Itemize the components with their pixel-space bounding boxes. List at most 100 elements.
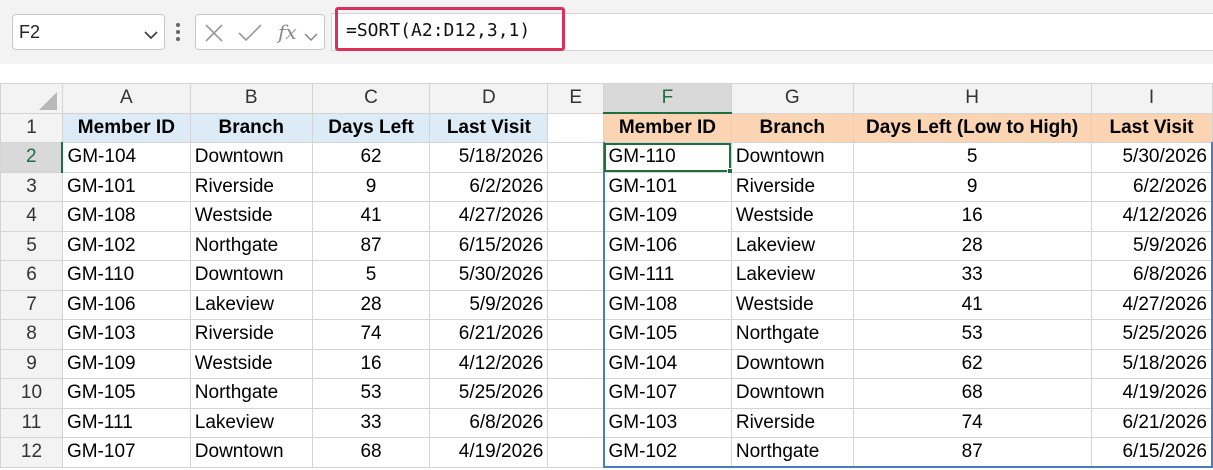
sorted-cell[interactable]: GM-105: [602, 319, 732, 350]
source-cell[interactable]: 9: [311, 171, 431, 202]
formula-text[interactable]: =SORT(A2:D12,3,1): [346, 20, 530, 41]
sorted-cell[interactable]: GM-102: [602, 437, 732, 468]
fill-handle[interactable]: [727, 168, 734, 174]
source-cell[interactable]: Downtown: [189, 142, 313, 173]
sorted-cell[interactable]: Downtown: [730, 378, 854, 409]
source-cell[interactable]: Northgate: [189, 230, 313, 261]
sorted-cell[interactable]: 6/15/2026: [1090, 437, 1213, 468]
source-cell[interactable]: Westside: [189, 348, 313, 379]
sorted-cell[interactable]: 9: [852, 171, 1092, 202]
column-header-f[interactable]: F: [603, 83, 732, 114]
source-cell[interactable]: Northgate: [189, 378, 313, 409]
source-cell[interactable]: 68: [311, 437, 431, 468]
column-header-b[interactable]: B: [189, 83, 313, 114]
source-header-cell[interactable]: Last Visit: [429, 112, 549, 143]
sorted-cell[interactable]: 41: [852, 289, 1092, 320]
source-cell[interactable]: 5/9/2026: [429, 289, 549, 320]
empty-cell[interactable]: [547, 407, 605, 438]
sorted-cell[interactable]: 87: [852, 437, 1092, 468]
row-header-8[interactable]: 8: [0, 319, 63, 350]
select-all-corner[interactable]: [0, 83, 63, 114]
source-cell[interactable]: 53: [311, 378, 431, 409]
source-cell[interactable]: GM-105: [61, 378, 191, 409]
source-cell[interactable]: Lakeview: [189, 289, 313, 320]
sorted-cell[interactable]: GM-101: [602, 171, 732, 202]
row-header-9[interactable]: 9: [0, 348, 63, 379]
sorted-cell[interactable]: Downtown: [730, 348, 854, 379]
row-header-2[interactable]: 2: [0, 142, 64, 173]
source-cell[interactable]: 74: [311, 319, 431, 350]
sorted-header-cell[interactable]: Member ID: [603, 112, 732, 143]
source-cell[interactable]: Westside: [189, 201, 313, 232]
sorted-header-cell[interactable]: Branch: [730, 112, 854, 143]
sorted-cell[interactable]: Downtown: [730, 142, 854, 173]
sorted-cell[interactable]: Riverside: [730, 407, 854, 438]
source-cell[interactable]: 4/12/2026: [429, 348, 549, 379]
source-cell[interactable]: 4/19/2026: [429, 437, 549, 468]
sorted-cell[interactable]: GM-106: [602, 230, 732, 261]
sorted-cell[interactable]: 5/30/2026: [1090, 142, 1213, 173]
sorted-cell[interactable]: 5/25/2026: [1090, 319, 1213, 350]
empty-cell[interactable]: [547, 112, 605, 143]
sorted-cell[interactable]: Lakeview: [730, 260, 854, 291]
column-header-c[interactable]: C: [311, 83, 431, 114]
sorted-cell[interactable]: 16: [852, 201, 1092, 232]
sorted-cell[interactable]: 53: [852, 319, 1092, 350]
sorted-cell[interactable]: Northgate: [730, 437, 854, 468]
source-header-cell[interactable]: Branch: [189, 112, 313, 143]
sorted-header-cell[interactable]: Days Left (Low to High): [852, 112, 1092, 143]
empty-cell[interactable]: [547, 230, 605, 261]
source-cell[interactable]: GM-103: [61, 319, 191, 350]
active-cell-f2[interactable]: GM-110: [602, 142, 732, 173]
sorted-cell[interactable]: 4/27/2026: [1090, 289, 1213, 320]
row-header-3[interactable]: 3: [0, 171, 63, 202]
source-cell[interactable]: 62: [311, 142, 431, 173]
source-cell[interactable]: GM-106: [61, 289, 191, 320]
source-cell[interactable]: GM-111: [61, 407, 191, 438]
sorted-cell[interactable]: GM-107: [602, 378, 732, 409]
source-cell[interactable]: Lakeview: [189, 407, 313, 438]
sorted-cell[interactable]: 68: [852, 378, 1092, 409]
row-header-1[interactable]: 1: [0, 112, 63, 143]
enter-check-icon[interactable]: [238, 24, 262, 47]
sorted-cell[interactable]: GM-108: [602, 289, 732, 320]
source-cell[interactable]: 6/2/2026: [429, 171, 549, 202]
source-cell[interactable]: GM-109: [61, 348, 191, 379]
sorted-cell[interactable]: 28: [852, 230, 1092, 261]
empty-cell[interactable]: [547, 201, 605, 232]
source-cell[interactable]: 6/21/2026: [429, 319, 549, 350]
sorted-cell[interactable]: 6/8/2026: [1090, 260, 1213, 291]
row-header-5[interactable]: 5: [0, 230, 63, 261]
row-header-11[interactable]: 11: [0, 407, 63, 438]
sorted-cell[interactable]: Northgate: [730, 319, 854, 350]
sorted-cell[interactable]: 5/9/2026: [1090, 230, 1213, 261]
sorted-cell[interactable]: Westside: [730, 201, 854, 232]
source-cell[interactable]: 41: [311, 201, 431, 232]
column-header-d[interactable]: D: [429, 83, 549, 114]
sorted-cell[interactable]: GM-109: [602, 201, 732, 232]
source-cell[interactable]: GM-102: [61, 230, 191, 261]
source-cell[interactable]: 5/25/2026: [429, 378, 549, 409]
sorted-cell[interactable]: 33: [852, 260, 1092, 291]
sorted-cell[interactable]: 5: [852, 142, 1092, 173]
sorted-cell[interactable]: 4/12/2026: [1090, 201, 1213, 232]
empty-cell[interactable]: [547, 437, 605, 468]
chevron-down-icon[interactable]: [144, 27, 158, 45]
sorted-cell[interactable]: 4/19/2026: [1090, 378, 1213, 409]
sorted-cell[interactable]: GM-103: [602, 407, 732, 438]
sorted-cell[interactable]: Riverside: [730, 171, 854, 202]
source-cell[interactable]: 4/27/2026: [429, 201, 549, 232]
sorted-cell[interactable]: Westside: [730, 289, 854, 320]
column-header-e[interactable]: E: [547, 83, 605, 114]
empty-cell[interactable]: [547, 260, 605, 291]
empty-cell[interactable]: [547, 378, 605, 409]
source-cell[interactable]: Riverside: [189, 319, 313, 350]
source-cell[interactable]: 5/30/2026: [429, 260, 549, 291]
source-cell[interactable]: GM-104: [61, 142, 191, 173]
source-cell[interactable]: GM-107: [61, 437, 191, 468]
row-header-10[interactable]: 10: [0, 378, 63, 409]
empty-cell[interactable]: [547, 319, 605, 350]
source-header-cell[interactable]: Days Left: [311, 112, 431, 143]
source-cell[interactable]: 5/18/2026: [429, 142, 549, 173]
source-cell[interactable]: GM-108: [61, 201, 191, 232]
